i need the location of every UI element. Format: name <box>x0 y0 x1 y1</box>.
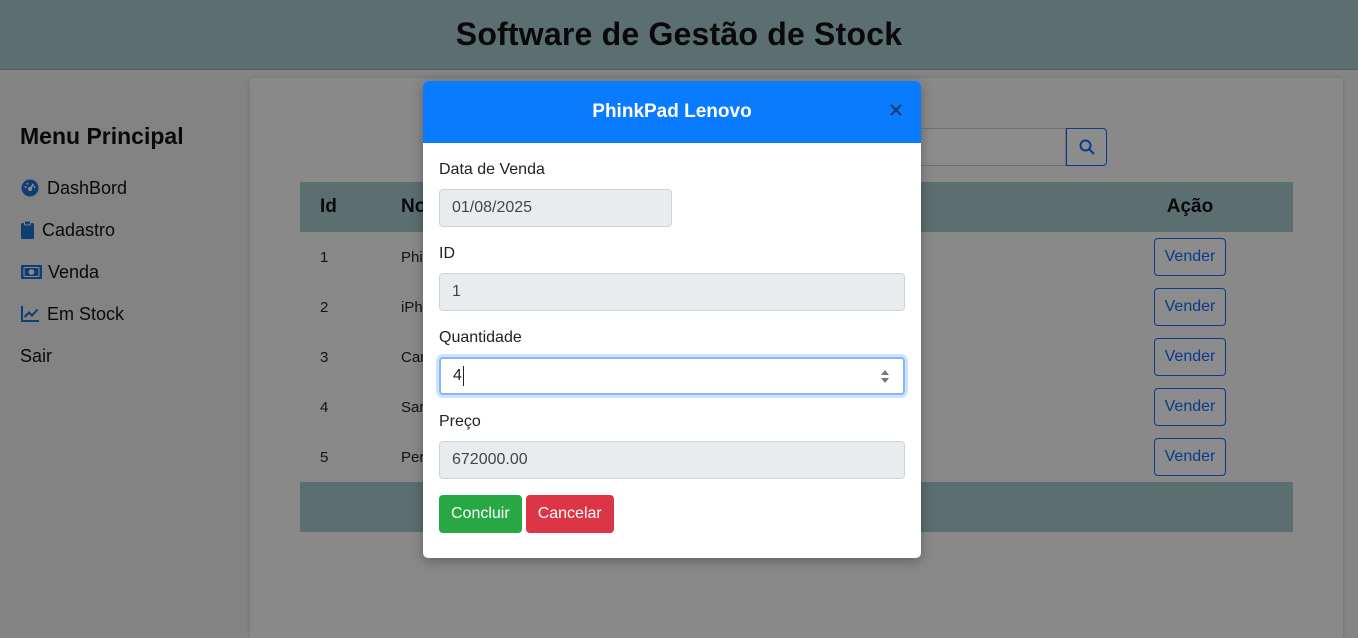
quantity-value: 4 <box>453 367 462 384</box>
sale-modal: PhinkPad Lenovo Data de Venda 01/08/2025… <box>423 81 921 558</box>
date-field[interactable]: 01/08/2025 <box>439 189 672 227</box>
price-field[interactable]: 672000.00 <box>439 441 905 479</box>
modal-body: Data de Venda 01/08/2025 ID 1 Quantidade… <box>423 143 921 533</box>
quantity-label: Quantidade <box>439 329 522 346</box>
id-field[interactable]: 1 <box>439 273 905 311</box>
modal-header: PhinkPad Lenovo <box>423 81 921 143</box>
id-label: ID <box>439 245 455 262</box>
price-label: Preço <box>439 413 481 430</box>
arrow-down-icon[interactable] <box>881 377 889 383</box>
text-caret <box>462 366 464 386</box>
close-icon <box>890 104 902 116</box>
close-button[interactable] <box>889 103 903 117</box>
concluir-button[interactable]: Concluir <box>439 495 522 533</box>
modal-actions: Concluir Cancelar <box>439 495 905 533</box>
arrow-up-icon[interactable] <box>881 369 889 375</box>
date-label: Data de Venda <box>439 161 545 178</box>
quantity-stepper[interactable]: 4 <box>439 357 905 395</box>
cancelar-button[interactable]: Cancelar <box>525 495 614 533</box>
stepper-arrows[interactable] <box>881 369 889 383</box>
modal-title: PhinkPad Lenovo <box>592 101 752 122</box>
